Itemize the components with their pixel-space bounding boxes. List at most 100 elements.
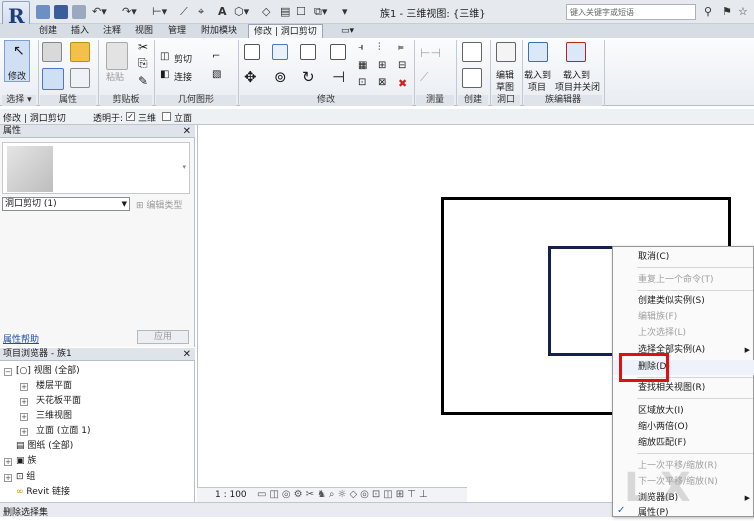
expand-icon[interactable]: + <box>4 458 12 466</box>
split-icon[interactable]: ⫣ <box>358 42 364 53</box>
ribbon-toggle-icon[interactable]: ▭▾ <box>336 24 359 38</box>
trim-icon[interactable]: ⊣ <box>332 68 345 86</box>
aligned-dimension-icon[interactable]: ⟋ <box>420 70 428 85</box>
edit-sketch-label-2[interactable]: 草图 <box>496 80 514 93</box>
tree-item-revit-links[interactable]: ∞ Revit 链接 <box>16 485 70 499</box>
paste-icon[interactable] <box>106 42 128 70</box>
menu-item-edit-family[interactable]: 编辑族(F) <box>613 310 754 325</box>
section-icon[interactable]: ◇ <box>262 5 270 18</box>
load-into-project-label-2[interactable]: 项目 <box>528 80 546 93</box>
tag-icon[interactable]: ⌖ <box>198 5 204 19</box>
expand-icon[interactable]: + <box>20 398 28 406</box>
3d-view-icon[interactable]: ⬡▾ <box>234 5 249 18</box>
type-preview[interactable]: ▾ <box>2 142 190 194</box>
create-group-icon[interactable] <box>462 68 482 88</box>
elevation-checkbox[interactable] <box>162 112 171 121</box>
collapse-icon[interactable]: − <box>4 368 12 376</box>
tree-item-ceiling-plans[interactable]: 天花板平面 <box>36 394 81 408</box>
thin-lines-icon[interactable]: ▤ <box>280 5 290 18</box>
menu-item-cancel[interactable]: 取消(C) <box>613 250 754 265</box>
edit-sketch-icon[interactable] <box>496 42 516 62</box>
cut-geometry-label[interactable]: 剪切 <box>174 52 192 65</box>
properties-help-link[interactable]: 属性帮助 <box>3 332 39 345</box>
split-face-icon[interactable]: ▧ <box>212 69 221 80</box>
undo-icon[interactable]: ↶▾ <box>92 5 107 18</box>
text-icon[interactable]: A <box>218 5 227 18</box>
sync-icon[interactable] <box>72 5 86 19</box>
measure-icon[interactable]: ⊢▾ <box>152 5 167 18</box>
mirror-draw-icon[interactable] <box>330 44 346 60</box>
extend-icon[interactable]: ⫢ <box>398 42 404 53</box>
expand-icon[interactable]: + <box>20 383 28 391</box>
rotate-icon[interactable]: ↻ <box>302 68 315 86</box>
close-icon[interactable]: ✕ <box>183 348 191 361</box>
close-icon[interactable]: ✕ <box>183 125 191 138</box>
star-icon[interactable]: ☆ <box>738 5 748 18</box>
align-icon[interactable] <box>244 44 260 60</box>
load-and-close-icon[interactable] <box>566 42 586 62</box>
trim-extend-icon[interactable]: ⊠ <box>378 77 386 88</box>
type-properties-icon[interactable] <box>42 68 64 90</box>
menu-item-find-referring-views[interactable]: 查找相关视图(R) <box>613 381 754 396</box>
create-similar-icon[interactable] <box>462 42 482 62</box>
tab-addins[interactable]: 附加模块 <box>196 24 242 38</box>
open-icon[interactable] <box>36 5 50 19</box>
apply-button[interactable]: 应用 <box>137 330 189 344</box>
modify-button[interactable]: ↖ 修改 <box>4 40 30 82</box>
properties-icon[interactable] <box>42 42 62 62</box>
tree-item-elevations[interactable]: 立面 (立面 1) <box>36 424 90 438</box>
mirror-axis-icon[interactable] <box>300 44 316 60</box>
join-label[interactable]: 连接 <box>174 70 192 83</box>
family-types-icon[interactable] <box>70 42 90 62</box>
chevron-down-icon[interactable]: ▾ <box>182 163 186 171</box>
dimension-icon[interactable]: ⟋ <box>180 5 188 19</box>
tree-item-families[interactable]: ▣ 族 <box>16 454 36 468</box>
array-icon[interactable]: ▦ <box>358 60 367 71</box>
family-category-icon[interactable] <box>70 68 90 88</box>
tab-modify-opening-cut[interactable]: 修改 | 洞口剪切 <box>248 24 323 38</box>
switch-windows-icon[interactable]: ⧉▾ <box>314 5 327 19</box>
menu-item-create-similar[interactable]: 创建类似实例(S) <box>613 294 754 309</box>
tree-item-sheets[interactable]: ▤ 图纸 (全部) <box>16 439 73 453</box>
tab-manage[interactable]: 管理 <box>163 24 191 38</box>
binoculars-icon[interactable]: ⚲ <box>704 5 712 18</box>
load-into-project-icon[interactable] <box>528 42 548 62</box>
copy-icon[interactable]: ⎘ <box>138 56 148 71</box>
expand-icon[interactable]: + <box>20 428 28 436</box>
close-hidden-icon[interactable]: ☐ <box>296 5 306 18</box>
menu-item-repeat-last[interactable]: 重复上一个命令(T) <box>613 273 754 288</box>
offset-icon[interactable] <box>272 44 288 60</box>
save-icon[interactable] <box>54 5 68 19</box>
cut-geometry-icon[interactable]: ◫ <box>160 51 169 62</box>
tree-item-groups[interactable]: ⊡ 组 <box>16 470 35 484</box>
menu-item-zoom-out-2x[interactable]: 缩小两倍(O) <box>613 420 754 435</box>
menu-item-previous-selection[interactable]: 上次选择(L) <box>613 326 754 341</box>
redo-icon[interactable]: ↷▾ <box>122 5 137 18</box>
split-gap-icon[interactable]: ⫶ <box>378 42 381 53</box>
wall-joins-icon[interactable]: ⌐ <box>212 51 220 62</box>
search-input[interactable]: 键入关键字或短语 <box>566 4 696 20</box>
copy-element-icon[interactable]: ⊚ <box>274 68 287 86</box>
type-selector[interactable]: 洞口剪切 (1) ▼ <box>2 197 130 211</box>
customize-qa-icon[interactable]: ▾ <box>342 5 348 18</box>
tree-item-floor-plans[interactable]: 楼层平面 <box>36 379 72 393</box>
edit-type-button[interactable]: ⊞ 编辑类型 <box>136 198 182 211</box>
tree-item-views[interactable]: [○] 视图 (全部) <box>16 364 80 378</box>
panel-select[interactable]: 选择 ▾ <box>2 95 36 106</box>
subscription-icon[interactable]: ⚑ <box>722 5 732 18</box>
view-control-icons[interactable]: ▭◫◎⚙✂♞⌕☼◇◎⊡◫⊞⊤⊥ <box>257 489 431 500</box>
tab-insert[interactable]: 插入 <box>66 24 94 38</box>
tab-create[interactable]: 创建 <box>34 24 62 38</box>
delete-icon[interactable]: ✖ <box>398 77 407 90</box>
cut-icon[interactable]: ✂ <box>138 40 148 54</box>
tab-view[interactable]: 视图 <box>130 24 158 38</box>
threeD-checkbox[interactable]: ✓ <box>126 112 135 121</box>
tree-item-3d-views[interactable]: 三维视图 <box>36 409 72 423</box>
join-icon[interactable]: ◧ <box>160 69 169 80</box>
move-icon[interactable]: ✥ <box>244 68 257 86</box>
load-and-close-label-2[interactable]: 项目并关闭 <box>555 80 600 93</box>
pin-icon[interactable]: ⊟ <box>398 60 406 71</box>
match-properties-icon[interactable]: ✎ <box>138 74 148 88</box>
expand-icon[interactable]: + <box>20 413 28 421</box>
expand-icon[interactable]: + <box>4 474 12 482</box>
